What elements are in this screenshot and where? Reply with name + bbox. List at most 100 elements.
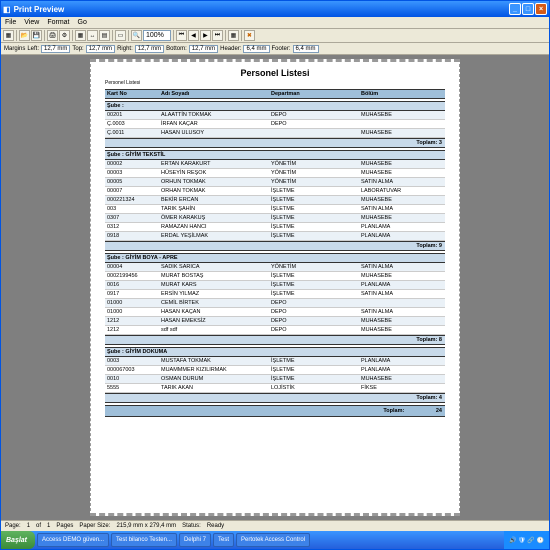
menu-go[interactable]: Go: [74, 19, 91, 26]
group-total: Toplam: 8: [105, 335, 445, 345]
tool-region-icon[interactable]: ▭: [115, 30, 126, 41]
status-bar: Page: 1 of 1 Pages Paper Size: 215,9 mm …: [1, 520, 549, 531]
taskbar-button[interactable]: Delphi 7: [179, 533, 211, 547]
report-body: Şube :00201ALAATTİN TOKMAKDEPOMUHASEBEÇ.…: [105, 101, 445, 403]
table-row: 1212HASAN EMEKSİZDEPOMUHASEBE: [105, 317, 445, 326]
separator: [173, 30, 174, 41]
taskbar-button[interactable]: Pertotek Access Control: [236, 533, 310, 547]
tool-design-icon[interactable]: ▦: [3, 30, 14, 41]
group-header: Şube : GİYİM TEKSTİL: [105, 150, 445, 160]
col-bolum: Bölüm: [359, 90, 445, 98]
status-page-label: Page:: [5, 523, 21, 529]
menu-format[interactable]: Format: [43, 19, 73, 26]
tool-next-icon[interactable]: ▶: [200, 30, 211, 41]
table-row: 00007ORHAN TOKMAKİŞLETMELABORATUVAR: [105, 187, 445, 196]
separator: [44, 30, 45, 41]
tool-header-icon[interactable]: ▤: [99, 30, 110, 41]
taskbar-buttons: Access DEMO güven...Test bilanco Testen.…: [35, 533, 310, 547]
table-row: 5555TARIK AKANLOJİSTİKFİKSE: [105, 384, 445, 393]
tool-open-icon[interactable]: 📂: [19, 30, 30, 41]
taskbar-button[interactable]: Test bilanco Testen...: [111, 533, 177, 547]
table-row: 01000CEMİL BİRTEKDEPO: [105, 299, 445, 308]
start-button[interactable]: Başlat: [1, 531, 35, 549]
group-header: Şube : GİYİM BOYA - APRE: [105, 253, 445, 263]
report-subtitle: Personel Listesi: [105, 80, 445, 86]
tool-multipage-icon[interactable]: ▦: [228, 30, 239, 41]
table-row: Ç.0011HASAN ULUSOYMUHASEBE: [105, 129, 445, 138]
tool-print-icon[interactable]: 🖨: [47, 30, 58, 41]
top-value[interactable]: 12,7 mm: [86, 45, 115, 53]
tool-background-icon[interactable]: ▦: [75, 30, 86, 41]
left-value[interactable]: 12,7 mm: [41, 45, 70, 53]
tool-close-icon[interactable]: ✖: [244, 30, 255, 41]
tool-zoomin-icon[interactable]: 🔍: [131, 30, 142, 41]
separator: [16, 30, 17, 41]
menubar: File View Format Go: [1, 17, 549, 29]
bottom-label: Bottom:: [166, 46, 187, 52]
tool-setup-icon[interactable]: ⚙: [59, 30, 70, 41]
status-stat: Ready: [207, 523, 224, 529]
table-header: Kart No Adı Soyadı Departman Bölüm: [105, 89, 445, 99]
table-row: 00005ORHUN TOKMAKYÖNETİMSATIN ALMA: [105, 178, 445, 187]
footer-value[interactable]: 6,4 mm: [293, 45, 319, 53]
table-row: 0003MUSTAFA TOKMAKİŞLETMEPLANLAMA: [105, 357, 445, 366]
table-row: 00004SADIK SARICAYÖNETİMSATIN ALMA: [105, 263, 445, 272]
table-row: 0312RAMAZAN HANCIİŞLETMEPLANLAMA: [105, 223, 445, 232]
titlebar: ◧ Print Preview _ □ ×: [1, 1, 549, 17]
taskbar-button[interactable]: Test: [213, 533, 234, 547]
maximize-button[interactable]: □: [522, 3, 534, 15]
table-row: 00002ERTAN KARAKURTYÖNETİMMUHASEBE: [105, 160, 445, 169]
group-header: Şube :: [105, 101, 445, 111]
table-row: Ç.0003İRFAN KAÇARDEPO: [105, 120, 445, 129]
menu-view[interactable]: View: [20, 19, 43, 26]
col-adi: Adı Soyadı: [159, 90, 269, 98]
tool-shrink-icon[interactable]: ↔: [87, 30, 98, 41]
toolbar: ▦ 📂 💾 🖨 ⚙ ▦ ↔ ▤ ▭ 🔍 100% ⏮ ◀ ▶ ⏭ ▦ ✖: [1, 29, 549, 43]
group-header: Şube : GİYİM DOKUMA: [105, 347, 445, 357]
table-row: 00201ALAATTİN TOKMAKDEPOMUHASEBE: [105, 111, 445, 120]
separator: [225, 30, 226, 41]
bottom-value[interactable]: 12,7 mm: [189, 45, 218, 53]
menu-file[interactable]: File: [1, 19, 20, 26]
window-title: Print Preview: [11, 5, 508, 14]
group-total: Toplam: 9: [105, 241, 445, 251]
status-size-label: Paper Size:: [79, 523, 110, 529]
top-label: Top:: [72, 46, 83, 52]
app-icon: ◧: [3, 5, 11, 14]
table-row: 0002199456MURAT BOSTAŞİŞLETMEMUHASEBE: [105, 272, 445, 281]
header-value[interactable]: 6,4 mm: [243, 45, 269, 53]
separator: [72, 30, 73, 41]
minimize-button[interactable]: _: [509, 3, 521, 15]
taskbar-button[interactable]: Access DEMO güven...: [37, 533, 109, 547]
app-window: ◧ Print Preview _ □ × File View Format G…: [0, 0, 550, 550]
table-row: 0307ÖMER KARAKUŞİŞLETMEMUHASEBE: [105, 214, 445, 223]
tool-first-icon[interactable]: ⏮: [176, 30, 187, 41]
table-row: 0016MURAT KARSİŞLETMEPLANLAMA: [105, 281, 445, 290]
table-row: 0010OSMAN DURUMİŞLETMEMUHASEBE: [105, 375, 445, 384]
margin-bar: Margins Left:12,7 mm Top:12,7 mm Right:1…: [1, 43, 549, 55]
header-label: Header:: [220, 46, 241, 52]
status-stat-label: Status:: [182, 523, 201, 529]
group-total: Toplam: 3: [105, 138, 445, 148]
col-kart: Kart No: [105, 90, 159, 98]
system-tray[interactable]: 🔊 🛡 🔗 🕐: [504, 531, 549, 549]
status-pages-label: Pages: [56, 523, 73, 529]
left-label: Left:: [27, 46, 39, 52]
table-row: 0917ERSİN YILMAZİŞLETMESATIN ALMA: [105, 290, 445, 299]
separator: [128, 30, 129, 41]
table-row: 003TARIK ŞAHİNİŞLETMESATIN ALMA: [105, 205, 445, 214]
group-total: Toplam: 4: [105, 393, 445, 403]
status-pages: 1: [47, 523, 50, 529]
close-button[interactable]: ×: [535, 3, 547, 15]
col-dep: Departman: [269, 90, 359, 98]
tool-save-icon[interactable]: 💾: [31, 30, 42, 41]
footer-label: Footer:: [272, 46, 291, 52]
zoom-combo[interactable]: 100%: [143, 30, 171, 41]
report-title: Personel Listesi: [105, 68, 445, 78]
tool-prev-icon[interactable]: ◀: [188, 30, 199, 41]
status-size: 215,9 mm x 279,4 mm: [116, 523, 176, 529]
taskbar: Başlat Access DEMO güven...Test bilanco …: [1, 531, 549, 549]
separator: [112, 30, 113, 41]
tool-last-icon[interactable]: ⏭: [212, 30, 223, 41]
right-value[interactable]: 12,7 mm: [135, 45, 164, 53]
